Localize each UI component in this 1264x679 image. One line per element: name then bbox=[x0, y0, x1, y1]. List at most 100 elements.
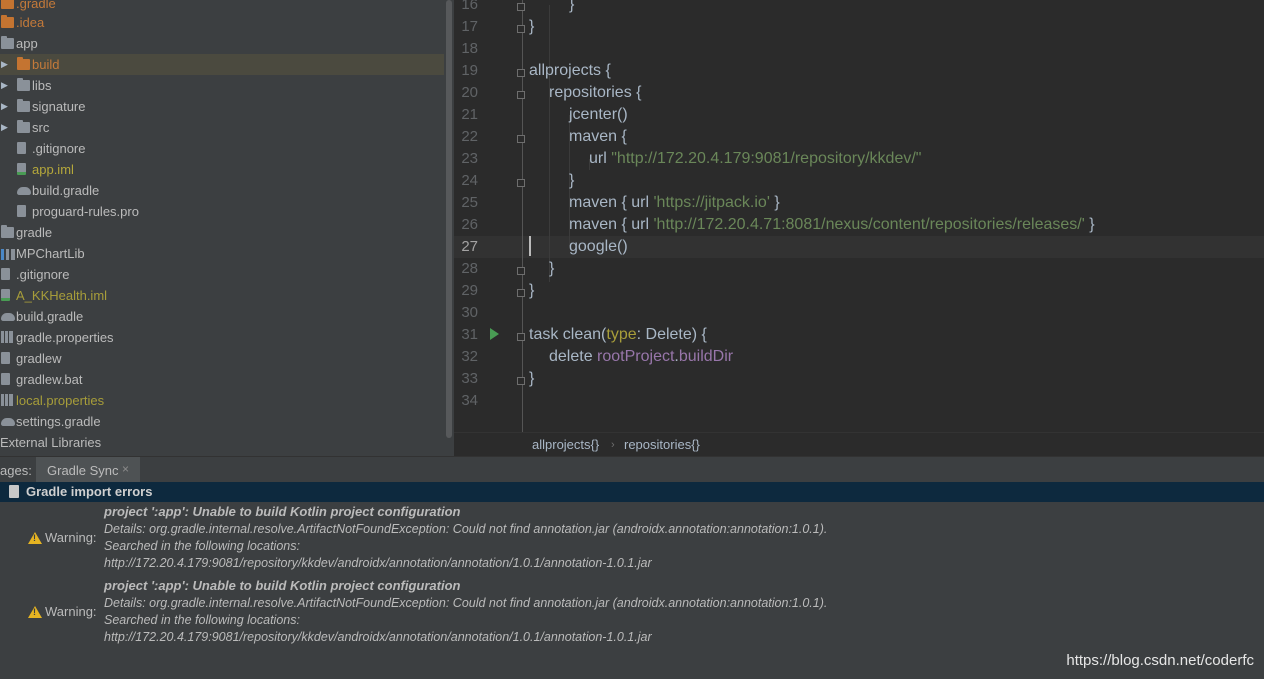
code-line[interactable]: } bbox=[529, 370, 534, 388]
tree-item[interactable]: gradle bbox=[0, 222, 444, 243]
tree-item[interactable]: app bbox=[0, 33, 444, 54]
line-number: 34 bbox=[461, 392, 478, 409]
tree-item[interactable]: .gitignore bbox=[0, 138, 444, 159]
line-number: 30 bbox=[461, 304, 478, 321]
code-token: } bbox=[569, 172, 575, 189]
close-icon[interactable]: × bbox=[122, 462, 129, 476]
properties-icon bbox=[1, 394, 13, 406]
code-token: } bbox=[529, 282, 535, 299]
tree-item-label: app.iml bbox=[32, 162, 74, 177]
tree-item[interactable]: gradlew bbox=[0, 348, 444, 369]
tree-item[interactable]: app.iml bbox=[0, 159, 444, 180]
tree-item[interactable]: ▶ src bbox=[0, 117, 444, 138]
tree-item[interactable]: A_KKHealth.iml bbox=[0, 285, 444, 306]
gradle-import-errors-header[interactable]: Gradle import errors bbox=[0, 482, 1264, 502]
code-line[interactable]: jcenter() bbox=[569, 106, 628, 124]
code-line[interactable]: maven { url 'https://jitpack.io' } bbox=[569, 194, 780, 212]
tree-item-label: A_KKHealth.iml bbox=[16, 288, 108, 303]
code-token: "http://172.20.4.179:9081/repository/kkd… bbox=[611, 150, 922, 167]
messages-tab-bar: ages: Gradle Sync × bbox=[0, 456, 1264, 483]
file-icon bbox=[1, 373, 10, 385]
warning-searched: Searched in the following locations: bbox=[104, 613, 300, 627]
tree-item[interactable]: build.gradle bbox=[0, 180, 444, 201]
run-task-icon[interactable] bbox=[490, 328, 499, 340]
code-token: rootProject bbox=[597, 348, 675, 365]
tree-item[interactable]: External Libraries bbox=[0, 432, 444, 453]
tree-item-label: gradlew.bat bbox=[16, 372, 83, 387]
tree-item[interactable]: ▶ libs bbox=[0, 75, 444, 96]
code-token: task clean( bbox=[529, 326, 607, 343]
tree-item[interactable]: gradle.properties bbox=[0, 327, 444, 348]
scrollbar-thumb[interactable] bbox=[446, 0, 452, 438]
tree-item-label: build bbox=[32, 57, 60, 72]
tree-item[interactable]: .idea bbox=[0, 12, 444, 33]
fold-marker-icon[interactable] bbox=[517, 69, 525, 77]
tab-gradle-sync[interactable]: Gradle Sync × bbox=[36, 457, 140, 483]
line-number: 25 bbox=[461, 194, 478, 211]
code-line[interactable]: allprojects { bbox=[529, 62, 611, 80]
code-line[interactable]: maven { bbox=[569, 128, 627, 146]
line-number: 29 bbox=[461, 282, 478, 299]
code-editor[interactable]: 16} 17} 18 19 allprojects {20 repositories {2… bbox=[454, 0, 1264, 432]
code-line[interactable]: maven { url 'http://172.20.4.71:8081/nex… bbox=[569, 216, 1095, 234]
fold-marker-icon[interactable] bbox=[517, 135, 525, 143]
tree-item[interactable]: local.properties bbox=[0, 390, 444, 411]
breadcrumb: allprojects{} › repositories{} bbox=[454, 432, 1264, 457]
line-number: 31 bbox=[461, 326, 478, 343]
line-number: 26 bbox=[461, 216, 478, 233]
warning-label: Warning: bbox=[45, 530, 97, 545]
code-token: } bbox=[569, 0, 575, 13]
tab-gradle-sync-label: Gradle Sync bbox=[47, 463, 119, 478]
code-token: } bbox=[1084, 216, 1095, 233]
code-token: maven { url bbox=[569, 216, 654, 233]
breadcrumb-item-allprojects[interactable]: allprojects{} bbox=[532, 437, 599, 452]
iml-file-icon bbox=[1, 289, 10, 301]
tree-item[interactable]: build.gradle bbox=[0, 306, 444, 327]
code-line[interactable]: } bbox=[549, 260, 554, 278]
expand-arrow-icon[interactable]: ▶ bbox=[1, 117, 11, 138]
fold-marker-icon[interactable] bbox=[517, 333, 525, 341]
fold-marker-icon[interactable] bbox=[517, 377, 525, 385]
code-line[interactable]: delete rootProject.buildDir bbox=[549, 348, 733, 366]
fold-marker-icon[interactable] bbox=[517, 289, 525, 297]
tree-item[interactable]: MPChartLib bbox=[0, 243, 444, 264]
fold-marker-icon[interactable] bbox=[517, 3, 525, 11]
fold-marker-icon[interactable] bbox=[517, 91, 525, 99]
tree-item[interactable]: proguard-rules.pro bbox=[0, 201, 444, 222]
code-line[interactable]: } bbox=[569, 0, 574, 14]
messages-label: ages: bbox=[0, 463, 32, 478]
folder-icon bbox=[17, 120, 30, 133]
fold-marker-icon[interactable] bbox=[517, 179, 525, 187]
project-tree-scrollbar[interactable] bbox=[444, 0, 454, 456]
tree-item[interactable]: ▶ build bbox=[0, 54, 444, 75]
fold-marker-icon[interactable] bbox=[517, 267, 525, 275]
warning-details: Details: org.gradle.internal.resolve.Art… bbox=[104, 522, 828, 536]
code-line[interactable]: task clean(type: Delete) { bbox=[529, 326, 707, 344]
code-line[interactable]: google() bbox=[569, 238, 628, 256]
code-line[interactable]: } bbox=[569, 172, 574, 190]
line-number: 24 bbox=[461, 172, 478, 189]
gradle-icon bbox=[17, 187, 31, 195]
expand-arrow-icon[interactable]: ▶ bbox=[1, 75, 11, 96]
code-line[interactable]: } bbox=[529, 18, 534, 36]
tree-item-label: libs bbox=[32, 78, 52, 93]
code-line[interactable]: repositories { bbox=[549, 84, 642, 102]
code-token: allprojects { bbox=[529, 62, 611, 79]
expand-arrow-icon[interactable]: ▶ bbox=[1, 54, 11, 75]
tree-item[interactable]: settings.gradle bbox=[0, 411, 444, 432]
folder-icon bbox=[1, 15, 14, 28]
code-token: 'https://jitpack.io' bbox=[653, 194, 770, 211]
tree-item[interactable]: .gitignore bbox=[0, 264, 444, 285]
warning-icon bbox=[28, 532, 42, 544]
chevron-right-icon: › bbox=[611, 439, 615, 451]
breadcrumb-item-repositories[interactable]: repositories{} bbox=[624, 437, 700, 452]
code-line[interactable]: } bbox=[529, 282, 534, 300]
tree-item[interactable]: ▶ signature bbox=[0, 96, 444, 117]
tree-item[interactable]: gradlew.bat bbox=[0, 369, 444, 390]
code-line[interactable]: url "http://172.20.4.179:9081/repository… bbox=[589, 150, 921, 168]
module-folder-icon bbox=[1, 36, 14, 49]
file-icon bbox=[1, 268, 10, 280]
project-tree[interactable]: .gradle .idea app ▶ build ▶ libs ▶ signature ▶ src… bbox=[0, 0, 444, 456]
fold-marker-icon[interactable] bbox=[517, 25, 525, 33]
expand-arrow-icon[interactable]: ▶ bbox=[1, 96, 11, 117]
